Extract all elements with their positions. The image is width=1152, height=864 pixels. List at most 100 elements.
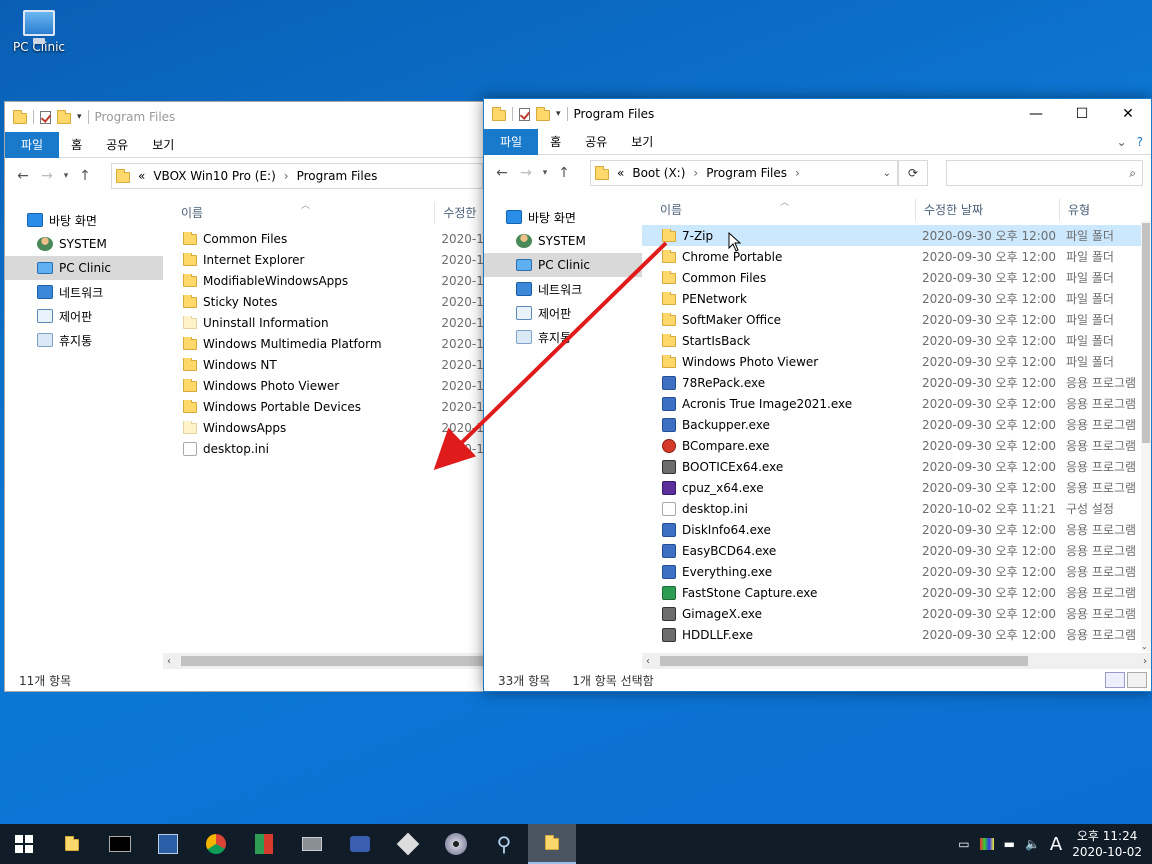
back-button[interactable]: ← <box>11 168 35 184</box>
cmd-taskbar-button[interactable] <box>96 824 144 864</box>
scrollbar-thumb[interactable] <box>660 656 1028 666</box>
tab-file[interactable]: 파일 <box>5 131 60 158</box>
scroll-right-icon[interactable]: › <box>1143 656 1147 667</box>
column-name[interactable]: 이름 <box>642 199 916 221</box>
file-row[interactable]: Common Files 2020-09-30 오후 12:00 파일 폴더 <box>642 267 1151 288</box>
file-row[interactable]: BCompare.exe 2020-09-30 오후 12:00 응용 프로그램 <box>642 435 1151 456</box>
search-input[interactable]: ⌕ <box>946 160 1143 186</box>
file-row[interactable]: EasyBCD64.exe 2020-09-30 오후 12:00 응용 프로그램 <box>642 540 1151 561</box>
breadcrumb-folder[interactable]: Program Files <box>706 166 787 180</box>
file-row[interactable]: Windows Photo Viewer 2020-1 <box>163 375 495 396</box>
explorer-window-left[interactable]: ▾ Program Files 파일 홈 공유 보기 ← → ▾ ↑ « VBO… <box>4 101 496 692</box>
chevron-right-icon[interactable]: › <box>284 169 289 183</box>
nav-item-network[interactable]: 네트워크 <box>5 280 163 304</box>
title-bar[interactable]: ▾ Program Files <box>5 102 495 132</box>
chevron-right-icon[interactable]: › <box>693 166 698 180</box>
breadcrumb-drive[interactable]: Boot (X:) <box>632 166 685 180</box>
file-row[interactable]: Internet Explorer 2020-1 <box>163 249 495 270</box>
ribbon-expand-icon[interactable]: ⌄ <box>1117 135 1127 149</box>
scroll-left-icon[interactable]: ‹ <box>642 656 650 667</box>
scroll-left-icon[interactable]: ‹ <box>163 656 171 667</box>
file-row[interactable]: BOOTICEx64.exe 2020-09-30 오후 12:00 응용 프로그램 <box>642 456 1151 477</box>
explorer-window-right[interactable]: ▾ Program Files — ☐ ✕ 파일 홈 공유 보기 ⌄ ? ← →… <box>483 98 1152 692</box>
file-row[interactable]: Windows Multimedia Platform 2020-1 <box>163 333 495 354</box>
vertical-scrollbar[interactable]: ⌄ <box>1141 221 1151 651</box>
file-row[interactable]: Sticky Notes 2020-1 <box>163 291 495 312</box>
file-row[interactable]: Uninstall Information 2020-1 <box>163 312 495 333</box>
breadcrumb-folder[interactable]: Program Files <box>297 169 378 183</box>
minimize-button[interactable]: — <box>1013 99 1059 129</box>
tab-home[interactable]: 홈 <box>538 129 573 155</box>
new-folder-icon[interactable] <box>57 109 71 124</box>
file-row[interactable]: StartIsBack 2020-09-30 오후 12:00 파일 폴더 <box>642 330 1151 351</box>
new-folder-icon[interactable] <box>536 106 550 121</box>
nav-item-network[interactable]: 네트워크 <box>484 277 642 301</box>
scrollbar-thumb[interactable] <box>181 656 495 666</box>
scroll-down-icon[interactable]: ⌄ <box>1141 642 1148 651</box>
nav-item-desktop[interactable]: 바탕 화면 <box>484 205 642 229</box>
nav-item-system[interactable]: SYSTEM <box>5 232 163 256</box>
app-taskbar-button[interactable] <box>384 824 432 864</box>
tab-view[interactable]: 보기 <box>619 129 665 155</box>
volume-icon[interactable]: 🔈 <box>1025 837 1040 851</box>
up-button[interactable]: ↑ <box>552 165 576 181</box>
breadcrumb-overflow[interactable]: « <box>617 166 624 180</box>
start-button[interactable] <box>0 824 48 864</box>
app-taskbar-button[interactable] <box>288 824 336 864</box>
forward-button[interactable]: → <box>514 165 538 181</box>
file-row[interactable]: GimageX.exe 2020-09-30 오후 12:00 응용 프로그램 <box>642 603 1151 624</box>
file-row[interactable]: SoftMaker Office 2020-09-30 오후 12:00 파일 폴더 <box>642 309 1151 330</box>
network-icon[interactable]: ▭ <box>958 837 969 851</box>
file-row[interactable]: WindowsApps 2020-1 <box>163 417 495 438</box>
tab-share[interactable]: 공유 <box>94 132 140 158</box>
file-row[interactable]: Backupper.exe 2020-09-30 오후 12:00 응용 프로그램 <box>642 414 1151 435</box>
file-row[interactable]: Chrome Portable 2020-09-30 오후 12:00 파일 폴더 <box>642 246 1151 267</box>
tab-share[interactable]: 공유 <box>573 129 619 155</box>
nav-item-recycle-bin[interactable]: 휴지통 <box>5 328 163 352</box>
chrome-taskbar-button[interactable] <box>192 824 240 864</box>
app-taskbar-button[interactable] <box>336 824 384 864</box>
tab-view[interactable]: 보기 <box>140 132 186 158</box>
file-row[interactable]: cpuz_x64.exe 2020-09-30 오후 12:00 응용 프로그램 <box>642 477 1151 498</box>
file-row[interactable]: FastStone Capture.exe 2020-09-30 오후 12:00… <box>642 582 1151 603</box>
disc-taskbar-button[interactable] <box>432 824 480 864</box>
file-row[interactable]: Common Files 2020-1 <box>163 228 495 249</box>
chevron-down-icon[interactable]: ▾ <box>556 109 561 119</box>
ime-indicator[interactable]: A <box>1050 834 1062 855</box>
explorer-active-taskbar-button[interactable] <box>528 824 576 864</box>
chevron-down-icon[interactable]: ▾ <box>77 112 82 122</box>
nav-item-pc[interactable]: PC Clinic <box>5 256 163 280</box>
recent-dropdown-icon[interactable]: ▾ <box>538 168 552 178</box>
tab-file[interactable]: 파일 <box>484 128 539 155</box>
tab-home[interactable]: 홈 <box>59 132 94 158</box>
file-row[interactable]: DiskInfo64.exe 2020-09-30 오후 12:00 응용 프로그램 <box>642 519 1151 540</box>
refresh-button[interactable]: ⟳ <box>898 160 928 186</box>
file-row[interactable]: 7-Zip 2020-09-30 오후 12:00 파일 폴더 <box>642 225 1151 246</box>
large-icons-view-button[interactable] <box>1127 672 1147 688</box>
battery-icon[interactable]: ▬ <box>1004 837 1015 851</box>
nav-item-system[interactable]: SYSTEM <box>484 229 642 253</box>
nav-item-desktop[interactable]: 바탕 화면 <box>5 208 163 232</box>
file-row[interactable]: Windows Photo Viewer 2020-09-30 오후 12:00 파… <box>642 351 1151 372</box>
recent-dropdown-icon[interactable]: ▾ <box>59 171 73 181</box>
close-button[interactable]: ✕ <box>1105 99 1151 129</box>
file-row[interactable]: Acronis True Image2021.exe 2020-09-30 오후 … <box>642 393 1151 414</box>
file-explorer-taskbar-button[interactable] <box>48 824 96 864</box>
file-row[interactable]: desktop.ini 2020-10-02 오후 11:21 구성 설정 <box>642 498 1151 519</box>
app-taskbar-button[interactable] <box>240 824 288 864</box>
address-dropdown-icon[interactable]: ⌄ <box>883 168 891 179</box>
nav-item-control-panel[interactable]: 제어판 <box>484 301 642 325</box>
properties-icon[interactable] <box>40 110 51 124</box>
nav-item-pc[interactable]: PC Clinic <box>484 253 642 277</box>
nav-item-recycle-bin[interactable]: 휴지통 <box>484 325 642 349</box>
nav-item-control-panel[interactable]: 제어판 <box>5 304 163 328</box>
clock[interactable]: 오후 11:24 2020-10-02 <box>1072 828 1142 860</box>
color-icon[interactable] <box>979 838 994 850</box>
help-icon[interactable]: ? <box>1137 135 1143 149</box>
file-row[interactable]: ModifiableWindowsApps 2020-1 <box>163 270 495 291</box>
file-row[interactable]: PENetwork 2020-09-30 오후 12:00 파일 폴더 <box>642 288 1151 309</box>
properties-icon[interactable] <box>519 107 530 121</box>
file-row[interactable]: 78RePack.exe 2020-09-30 오후 12:00 응용 프로그램 <box>642 372 1151 393</box>
column-name[interactable]: 이름 <box>163 202 436 224</box>
file-row[interactable]: Windows NT 2020-1 <box>163 354 495 375</box>
